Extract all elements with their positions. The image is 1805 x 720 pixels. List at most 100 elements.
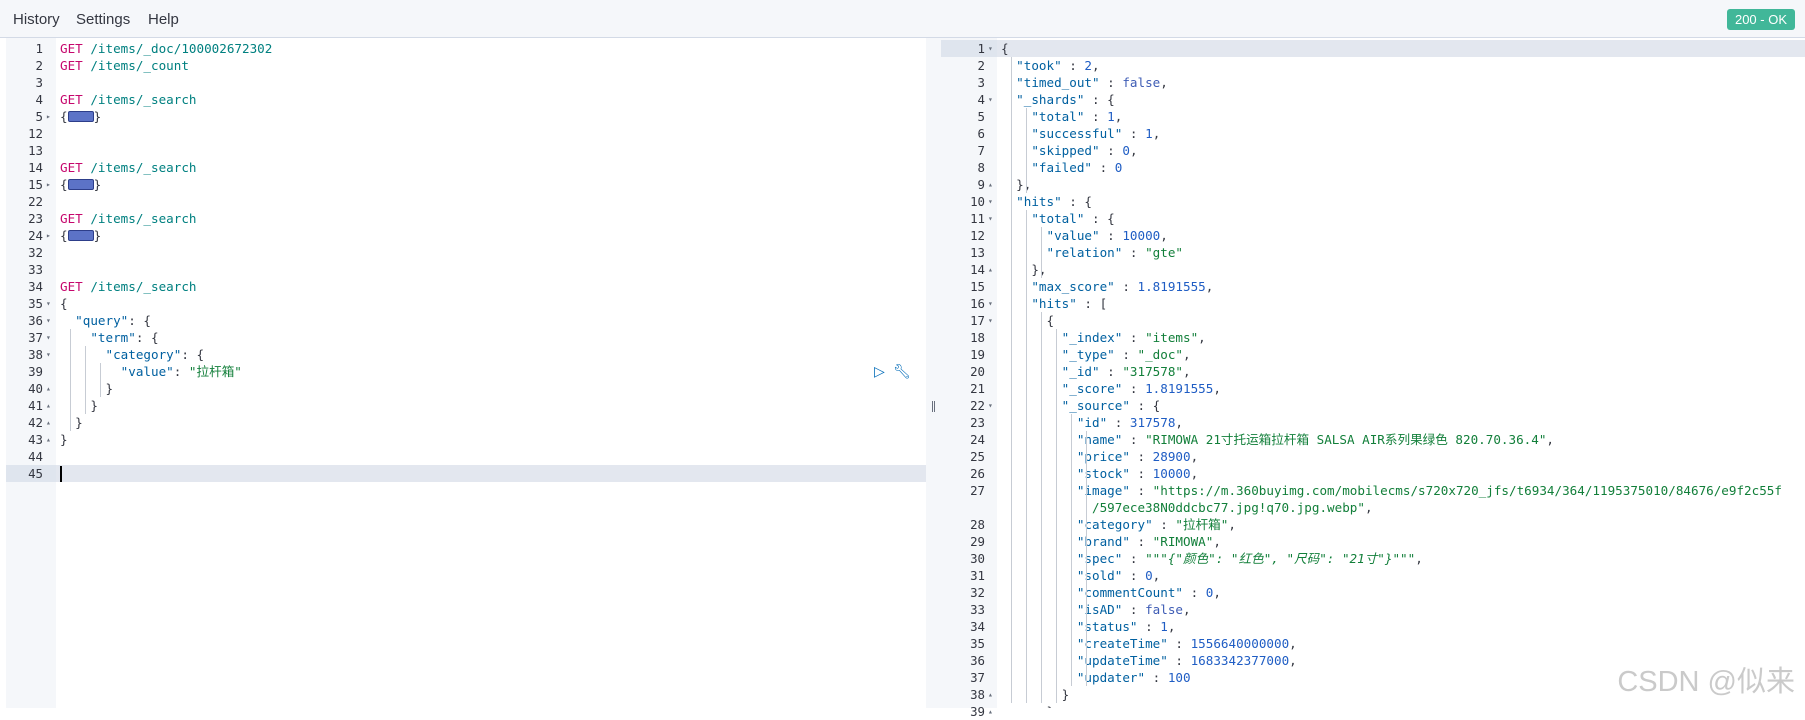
code-line[interactable]: "_source" : { <box>1001 397 1161 414</box>
fold-collapsed-icon[interactable]: ▸ <box>46 108 51 125</box>
fold-toggle-icon[interactable]: ▴ <box>46 397 51 414</box>
code-line[interactable]: "sold" : 0, <box>1001 567 1160 584</box>
fold-toggle-icon[interactable]: ▴ <box>46 414 51 431</box>
pane-divider[interactable] <box>926 38 941 708</box>
divider-grip-icon[interactable] <box>932 401 935 412</box>
code-line[interactable]: GET /items/_doc/100002672302 <box>60 40 272 57</box>
code-token: 0 <box>1122 143 1130 158</box>
code-line[interactable]: } <box>1001 703 1054 708</box>
code-token: "term" <box>90 330 136 345</box>
code-line[interactable]: "status" : 1, <box>1001 618 1176 635</box>
fold-toggle-icon[interactable]: ▴ <box>988 261 993 278</box>
code-line[interactable]: "commentCount" : 0, <box>1001 584 1221 601</box>
fold-toggle-icon[interactable]: ▴ <box>988 703 993 720</box>
help-menu[interactable]: Help <box>148 0 179 38</box>
code-line[interactable]: "max_score" : 1.8191555, <box>1001 278 1213 295</box>
fold-toggle-icon[interactable]: ▾ <box>988 193 993 210</box>
code-line[interactable]: "brand" : "RIMOWA", <box>1001 533 1221 550</box>
code-line[interactable]: "_type" : "_doc", <box>1001 346 1191 363</box>
fold-toggle-icon[interactable]: ▾ <box>988 295 993 312</box>
folded-block-icon[interactable] <box>67 111 94 122</box>
fold-toggle-icon[interactable]: ▾ <box>988 40 993 57</box>
folded-block-icon[interactable] <box>67 179 94 190</box>
code-line[interactable]: { <box>60 295 68 312</box>
code-token: : <box>1152 517 1176 532</box>
code-line[interactable]: "name" : "RIMOWA 21寸托运箱拉杆箱 SALSA AIR系列果绿… <box>1001 431 1554 448</box>
code-line[interactable]: {} <box>60 227 101 244</box>
code-line[interactable]: "hits" : [ <box>1001 295 1107 312</box>
code-line[interactable]: "total" : 1, <box>1001 108 1122 125</box>
fold-collapsed-icon[interactable]: ▸ <box>46 176 51 193</box>
code-line[interactable]: GET /items/_search <box>60 91 197 108</box>
code-line[interactable]: "took" : 2, <box>1001 57 1099 74</box>
code-line[interactable]: }, <box>1001 261 1047 278</box>
code-token: , <box>1415 551 1423 566</box>
code-line[interactable]: "category" : "拉杆箱", <box>1001 516 1236 533</box>
fold-toggle-icon[interactable]: ▴ <box>46 431 51 448</box>
code-line[interactable]: { <box>1001 40 1009 57</box>
settings-menu[interactable]: Settings <box>76 0 130 38</box>
code-line[interactable]: "id" : 317578, <box>1001 414 1183 431</box>
code-line[interactable]: "spec" : """{"颜色": "红色", "尺码": "21寸"}"""… <box>1001 550 1423 567</box>
code-line[interactable]: "relation" : "gte" <box>1001 244 1184 261</box>
code-line[interactable]: "timed_out" : false, <box>1001 74 1168 91</box>
code-line[interactable]: "value": "拉杆箱" <box>60 363 242 380</box>
code-line[interactable]: "_score" : 1.8191555, <box>1001 380 1221 397</box>
code-line[interactable]: "image" : "https://m.360buyimg.com/mobil… <box>1001 482 1782 499</box>
fold-toggle-icon[interactable]: ▾ <box>46 346 51 363</box>
code-line[interactable]: "query": { <box>60 312 151 329</box>
code-line[interactable]: "createTime" : 1556640000000, <box>1001 635 1297 652</box>
code-line[interactable]: "updater" : 100 <box>1001 669 1191 686</box>
code-line[interactable]: "category": { <box>60 346 205 363</box>
code-line[interactable]: "_index" : "items", <box>1001 329 1206 346</box>
fold-toggle-icon[interactable]: ▾ <box>46 312 51 329</box>
fold-toggle-icon[interactable]: ▾ <box>46 329 51 346</box>
code-token: /items/_search <box>90 279 197 294</box>
code-line[interactable]: } <box>60 397 98 414</box>
code-line[interactable]: "skipped" : 0, <box>1001 142 1137 159</box>
code-line[interactable]: "successful" : 1, <box>1001 125 1160 142</box>
fold-toggle-icon[interactable]: ▾ <box>988 312 993 329</box>
fold-toggle-icon[interactable]: ▾ <box>988 397 993 414</box>
code-line[interactable]: {} <box>60 176 101 193</box>
line-number: 36 <box>28 313 43 328</box>
code-line[interactable]: "_id" : "317578", <box>1001 363 1191 380</box>
fold-collapsed-icon[interactable]: ▸ <box>46 227 51 244</box>
code-line[interactable]: GET /items/_search <box>60 278 197 295</box>
code-token: , <box>1546 432 1555 447</box>
code-line[interactable]: GET /items/_search <box>60 159 197 176</box>
fold-toggle-icon[interactable]: ▾ <box>988 91 993 108</box>
fold-toggle-icon[interactable]: ▾ <box>988 210 993 227</box>
code-token: }, <box>1001 262 1047 277</box>
code-line[interactable]: "term": { <box>60 329 158 346</box>
line-number: 14 <box>28 160 43 175</box>
code-line[interactable]: GET /items/_search <box>60 210 197 227</box>
code-line[interactable]: } <box>60 380 113 397</box>
fold-toggle-icon[interactable]: ▾ <box>46 295 51 312</box>
code-line[interactable]: "failed" : 0 <box>1001 159 1122 176</box>
fold-toggle-icon[interactable]: ▴ <box>46 380 51 397</box>
request-editor[interactable]: 1 2 3 4 5 ▸ 12 13 14 15 ▸ 22 23 24 ▸ 32 33 34 35 ▾ 36 ▾ 37 ▾ 38 ▾… <box>6 38 926 708</box>
code-line[interactable]: "stock" : 10000, <box>1001 465 1198 482</box>
code-line[interactable]: GET /items/_count <box>60 57 189 74</box>
fold-toggle-icon[interactable]: ▴ <box>988 686 993 703</box>
folded-block-icon[interactable] <box>67 230 94 241</box>
wrench-icon[interactable]: 🔧︎ <box>893 363 911 380</box>
fold-toggle-icon[interactable]: ▴ <box>988 176 993 193</box>
code-line[interactable]: "total" : { <box>1001 210 1114 227</box>
code-line[interactable]: "isAD" : false, <box>1001 601 1191 618</box>
request-code-area[interactable]: GET /items/_doc/100002672302 GET /items/_… <box>56 38 926 708</box>
code-line[interactable]: "hits" : { <box>1001 193 1092 210</box>
history-menu[interactable]: History <box>13 0 60 38</box>
code-line[interactable]: "_shards" : { <box>1001 91 1115 108</box>
code-line[interactable]: } <box>60 414 83 431</box>
line-number: 32 <box>970 585 985 600</box>
code-line[interactable]: } <box>60 431 68 448</box>
code-line[interactable]: "price" : 28900, <box>1001 448 1198 465</box>
code-line[interactable]: "updateTime" : 1683342377000, <box>1001 652 1297 669</box>
code-token: : <box>1099 75 1123 90</box>
run-request-icon[interactable]: ▷ <box>874 363 885 380</box>
code-line[interactable]: {} <box>60 108 101 125</box>
code-line[interactable]: { <box>1001 312 1054 329</box>
